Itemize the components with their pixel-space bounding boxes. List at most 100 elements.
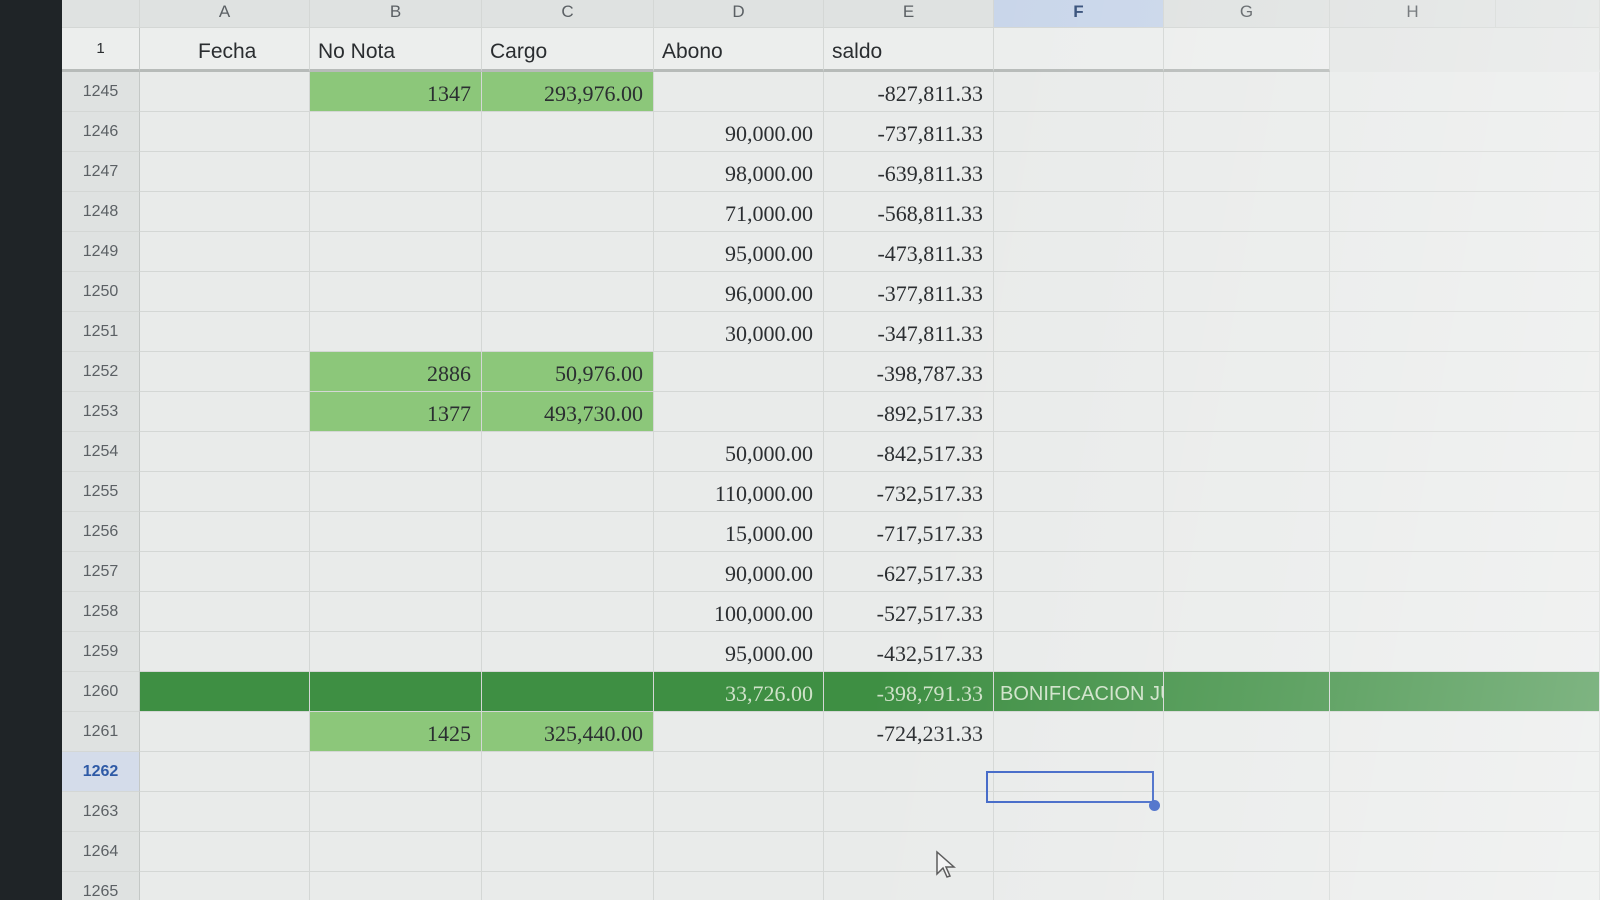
cell-f[interactable]: BONIFICACION JUNIO — [994, 672, 1164, 712]
row-header[interactable]: 1 — [62, 28, 140, 72]
cell-f[interactable] — [994, 72, 1164, 112]
cell-abono[interactable] — [654, 72, 824, 112]
cell-saldo[interactable]: -473,811.33 — [824, 232, 994, 272]
cell-cargo[interactable] — [482, 592, 654, 632]
row-header[interactable]: 1264 — [62, 832, 140, 872]
cell-abono[interactable] — [654, 352, 824, 392]
cell-saldo[interactable]: -527,517.33 — [824, 592, 994, 632]
fill-handle-icon[interactable] — [1149, 800, 1160, 811]
row-header[interactable]: 1252 — [62, 352, 140, 392]
cell-cargo[interactable] — [482, 552, 654, 592]
cell-saldo[interactable]: -377,811.33 — [824, 272, 994, 312]
cell-fecha[interactable] — [140, 712, 310, 752]
cell-saldo[interactable] — [824, 792, 994, 832]
cell-no-nota[interactable] — [310, 232, 482, 272]
cell-no-nota[interactable] — [310, 432, 482, 472]
cell-saldo[interactable]: -737,811.33 — [824, 112, 994, 152]
cell-cargo[interactable] — [482, 512, 654, 552]
cell-cargo[interactable] — [482, 112, 654, 152]
cell-fecha[interactable] — [140, 512, 310, 552]
cell-g[interactable] — [1164, 592, 1330, 632]
row-header[interactable]: 1245 — [62, 72, 140, 112]
cell-h[interactable] — [1330, 752, 1600, 792]
row-header[interactable]: 1258 — [62, 592, 140, 632]
cell-abono[interactable] — [654, 752, 824, 792]
cell-abono[interactable]: 33,726.00 — [654, 672, 824, 712]
cell-h[interactable] — [1330, 312, 1600, 352]
column-header-h[interactable]: H — [1330, 0, 1496, 28]
cell-no-nota[interactable] — [310, 592, 482, 632]
cell-fecha[interactable] — [140, 152, 310, 192]
cell-abono[interactable]: 90,000.00 — [654, 112, 824, 152]
cell-g[interactable] — [1164, 432, 1330, 472]
cell-f[interactable] — [994, 712, 1164, 752]
cell-no-nota[interactable] — [310, 632, 482, 672]
cell-h[interactable] — [1330, 112, 1600, 152]
header-cell-saldo[interactable]: saldo — [824, 28, 994, 72]
row-header[interactable]: 1263 — [62, 792, 140, 832]
cell-no-nota[interactable]: 1347 — [310, 72, 482, 112]
cell-saldo[interactable]: -432,517.33 — [824, 632, 994, 672]
cell-saldo[interactable]: -568,811.33 — [824, 192, 994, 232]
cell-abono[interactable] — [654, 792, 824, 832]
cell-fecha[interactable] — [140, 472, 310, 512]
column-header-a[interactable]: A — [140, 0, 310, 28]
cell-no-nota[interactable] — [310, 752, 482, 792]
cell-h[interactable] — [1330, 792, 1600, 832]
cell-fecha[interactable] — [140, 392, 310, 432]
cell-h[interactable] — [1330, 632, 1600, 672]
header-cell-h[interactable] — [1330, 28, 1600, 72]
cell-fecha[interactable] — [140, 832, 310, 872]
cell-abono[interactable] — [654, 712, 824, 752]
row-header[interactable]: 1251 — [62, 312, 140, 352]
cell-no-nota[interactable] — [310, 872, 482, 900]
cell-cargo[interactable] — [482, 752, 654, 792]
cell-h[interactable] — [1330, 352, 1600, 392]
cell-cargo[interactable] — [482, 472, 654, 512]
row-header[interactable]: 1250 — [62, 272, 140, 312]
row-header[interactable]: 1249 — [62, 232, 140, 272]
cell-g[interactable] — [1164, 712, 1330, 752]
cell-cargo[interactable]: 293,976.00 — [482, 72, 654, 112]
cell-abono[interactable]: 90,000.00 — [654, 552, 824, 592]
cell-fecha[interactable] — [140, 872, 310, 900]
cell-g[interactable] — [1164, 312, 1330, 352]
row-header[interactable]: 1248 — [62, 192, 140, 232]
cell-saldo[interactable] — [824, 752, 994, 792]
cell-cargo[interactable]: 325,440.00 — [482, 712, 654, 752]
cell-cargo[interactable] — [482, 792, 654, 832]
cell-cargo[interactable] — [482, 232, 654, 272]
cell-no-nota[interactable] — [310, 792, 482, 832]
cell-no-nota[interactable] — [310, 472, 482, 512]
row-header[interactable]: 1260 — [62, 672, 140, 712]
cell-h[interactable] — [1330, 232, 1600, 272]
cell-f[interactable] — [994, 352, 1164, 392]
cell-g[interactable] — [1164, 72, 1330, 112]
cell-abono[interactable]: 98,000.00 — [654, 152, 824, 192]
cell-g[interactable] — [1164, 752, 1330, 792]
cell-f[interactable] — [994, 872, 1164, 900]
cell-no-nota[interactable] — [310, 832, 482, 872]
cell-f[interactable] — [994, 552, 1164, 592]
cell-g[interactable] — [1164, 272, 1330, 312]
cell-fecha[interactable] — [140, 192, 310, 232]
cell-g[interactable] — [1164, 232, 1330, 272]
cell-cargo[interactable] — [482, 152, 654, 192]
row-header[interactable]: 1259 — [62, 632, 140, 672]
cell-no-nota[interactable]: 1377 — [310, 392, 482, 432]
cell-h[interactable] — [1330, 392, 1600, 432]
cell-abono[interactable] — [654, 832, 824, 872]
cell-cargo[interactable] — [482, 672, 654, 712]
cell-abono[interactable]: 100,000.00 — [654, 592, 824, 632]
cell-abono[interactable]: 30,000.00 — [654, 312, 824, 352]
cell-fecha[interactable] — [140, 232, 310, 272]
column-header-f[interactable]: F — [994, 0, 1164, 28]
cell-h[interactable] — [1330, 472, 1600, 512]
selected-cell-f1262[interactable] — [986, 771, 1154, 803]
cell-fecha[interactable] — [140, 272, 310, 312]
cell-cargo[interactable] — [482, 272, 654, 312]
cell-h[interactable] — [1330, 872, 1600, 900]
cell-fecha[interactable] — [140, 352, 310, 392]
row-header[interactable]: 1262 — [62, 752, 140, 792]
cell-fecha[interactable] — [140, 592, 310, 632]
